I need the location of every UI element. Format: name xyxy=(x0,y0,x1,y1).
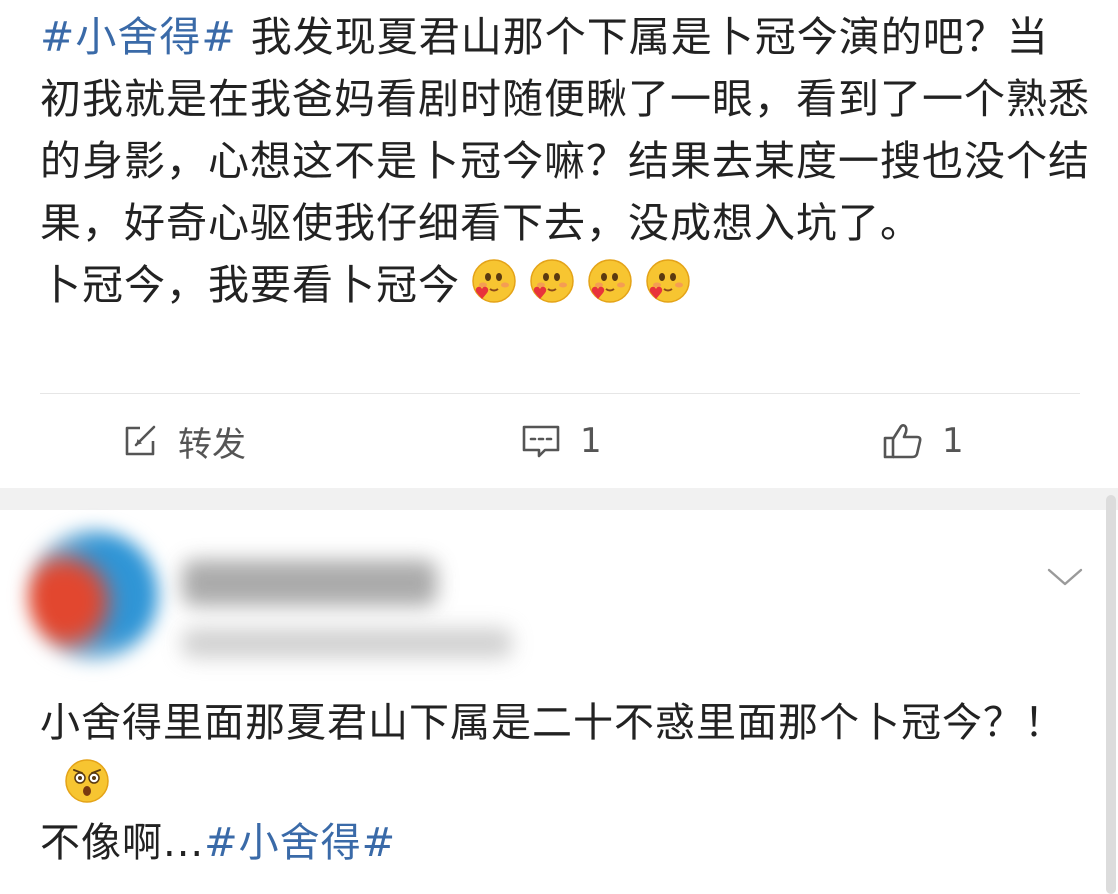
scrollbar[interactable] xyxy=(1106,495,1116,894)
avatar[interactable] xyxy=(28,530,158,660)
heart-kiss-emoji xyxy=(472,259,516,303)
comment-hashtag-link[interactable]: #小舍得# xyxy=(204,820,396,866)
username-blurred[interactable] xyxy=(182,560,437,606)
like-button[interactable]: 1 xyxy=(882,406,964,476)
post-body: #小舍得# 我发现夏君山那个下属是卜冠今演的吧？当初我就是在我爸妈看剧时随便瞅了… xyxy=(40,6,1090,316)
heart-kiss-emoji xyxy=(588,259,632,303)
repost-icon xyxy=(125,425,156,456)
comment-paragraph-2: 不像啊...#小舍得# xyxy=(40,813,1090,873)
comment-body: 小舍得里面那夏君山下属是二十不惑里面那个卜冠今？！ 不像啊...#小舍得# xyxy=(40,693,1090,873)
post-action-bar: 转发 1 1 xyxy=(0,406,1118,476)
chevron-down-icon[interactable] xyxy=(1046,566,1084,588)
surprised-emoji xyxy=(65,759,109,803)
comment-count: 1 xyxy=(580,421,602,461)
post-divider xyxy=(40,393,1080,394)
comment-line1: 小舍得里面那夏君山下属是二十不惑里面那个卜冠今？！ xyxy=(40,700,1065,746)
post-hashtag-link[interactable]: #小舍得# xyxy=(40,13,237,61)
repost-label: 转发 xyxy=(178,424,246,465)
heart-kiss-emoji xyxy=(646,259,690,303)
post-paragraph-2: 卜冠今，我要看卜冠今 xyxy=(40,254,1090,316)
comment-button[interactable]: 1 xyxy=(520,406,602,476)
comment-paragraph: 小舍得里面那夏君山下属是二十不惑里面那个卜冠今？！ xyxy=(40,693,1090,813)
post-text-line2: 卜冠今，我要看卜冠今 xyxy=(40,261,460,309)
comment-icon xyxy=(522,425,560,458)
comment-line2-prefix: 不像啊... xyxy=(40,820,205,866)
like-count: 1 xyxy=(942,421,964,461)
heart-kiss-emoji xyxy=(530,259,574,303)
post-paragraph: #小舍得# 我发现夏君山那个下属是卜冠今演的吧？当初我就是在我爸妈看剧时随便瞅了… xyxy=(40,6,1090,254)
repost-button[interactable]: 转发 xyxy=(120,406,246,476)
comment-meta-blurred xyxy=(182,628,512,658)
section-separator xyxy=(0,488,1118,510)
post-card: #小舍得# 我发现夏君山那个下属是卜冠今演的吧？当初我就是在我爸妈看剧时随便瞅了… xyxy=(0,0,1118,488)
thumbs-up-icon xyxy=(883,424,922,459)
